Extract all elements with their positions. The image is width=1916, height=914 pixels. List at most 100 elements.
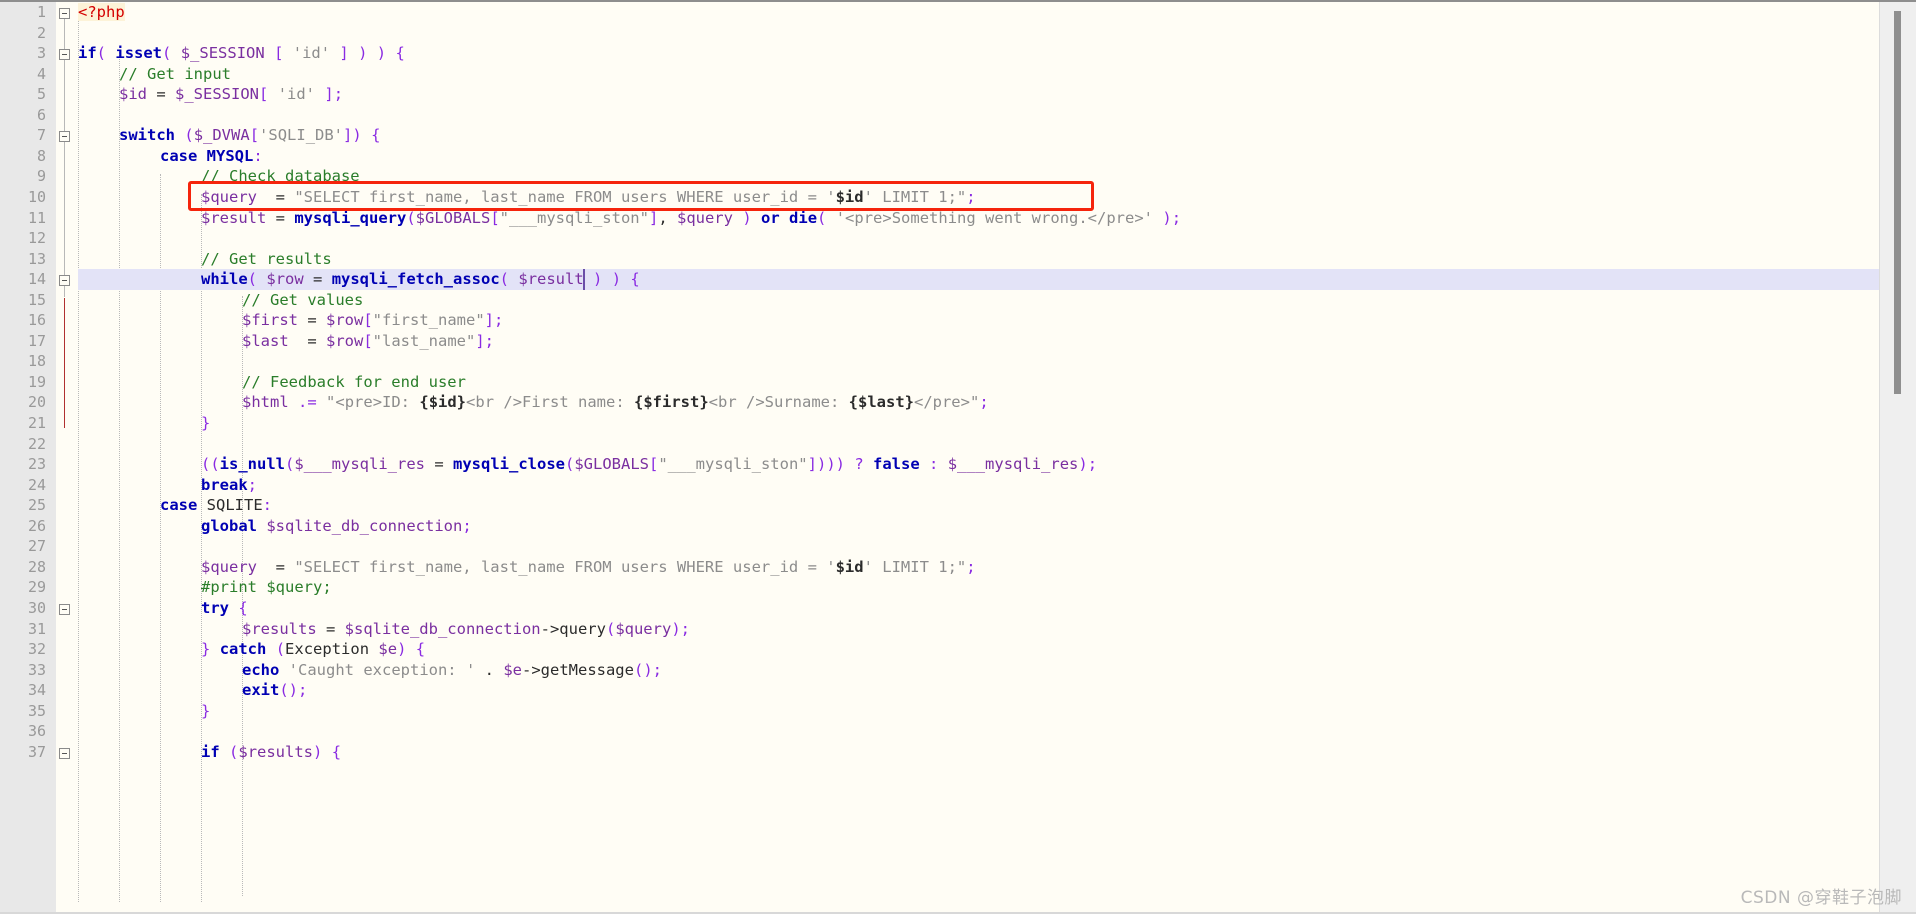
code-line[interactable] xyxy=(78,351,1880,372)
code-line[interactable] xyxy=(78,536,1880,557)
line-number: 10 xyxy=(27,187,46,206)
code-token: $sqlite_db_connection xyxy=(266,516,463,535)
code-token: die xyxy=(789,208,818,227)
code-token: $query xyxy=(201,187,257,206)
code-line[interactable]: switch ($_DVWA['SQLI_DB']) { xyxy=(78,125,1880,146)
code-token: ) xyxy=(643,660,653,679)
code-token: ] xyxy=(484,311,494,330)
code-token: $result xyxy=(518,270,584,289)
code-token: = xyxy=(298,311,326,330)
code-line[interactable]: } catch (Exception $e) { xyxy=(78,639,1880,660)
line-number-gutter[interactable]: 1 2 3 4 5 6 7 8 9 10 11 12 13 14 15 16 17 18 19 20 21 22 23 24 2… xyxy=(0,2,57,914)
code-token: = xyxy=(303,270,332,289)
code-token: } xyxy=(201,701,211,720)
vertical-scrollbar-thumb[interactable] xyxy=(1894,11,1901,395)
code-folding-strip[interactable] xyxy=(56,2,78,914)
code-line[interactable] xyxy=(78,721,1880,742)
line-number: 31 xyxy=(27,619,46,638)
code-token: "___mysqli_ston" xyxy=(499,208,649,227)
code-token: { xyxy=(415,640,426,659)
code-line[interactable]: echo 'Caught exception: ' . $e->getMessa… xyxy=(78,660,1880,681)
code-token: // Get values xyxy=(242,290,364,309)
code-token: ) xyxy=(593,270,603,289)
code-token: 'id' xyxy=(277,85,316,104)
code-line[interactable]: <?php xyxy=(78,2,1880,23)
code-line[interactable]: $first = $row["first_name"]; xyxy=(78,310,1880,331)
code-line[interactable] xyxy=(78,228,1880,249)
code-line[interactable]: // Get input xyxy=(78,64,1880,85)
code-token: ; xyxy=(1171,208,1182,227)
code-line[interactable]: $result = mysqli_query($GLOBALS["___mysq… xyxy=(78,208,1880,229)
code-line[interactable]: try { xyxy=(78,598,1880,619)
code-line[interactable]: $html .= "<pre>ID: {$id}<br />First name… xyxy=(78,392,1880,413)
fold-toggle-icon[interactable] xyxy=(59,275,70,287)
code-token: = xyxy=(147,85,175,104)
line-number: 17 xyxy=(27,331,46,350)
code-token: case xyxy=(160,146,198,165)
code-token: $row xyxy=(266,270,304,289)
code-line[interactable]: // Feedback for end user xyxy=(78,372,1880,393)
line-number: 8 xyxy=(36,146,46,165)
code-line[interactable]: if( isset( $_SESSION [ 'id' ] ) ) { xyxy=(78,43,1880,64)
code-line[interactable]: // Get results xyxy=(78,249,1880,270)
code-line[interactable]: $query = "SELECT first_name, last_name F… xyxy=(78,557,1880,578)
line-number: 14 xyxy=(27,270,46,289)
code-line[interactable]: // Get values xyxy=(78,290,1880,311)
fold-toggle-icon[interactable] xyxy=(59,747,70,759)
code-token: mysqli_fetch_assoc xyxy=(331,270,500,289)
code-line[interactable]: $results = $sqlite_db_connection->query(… xyxy=(78,619,1880,640)
code-token: SQLITE xyxy=(206,496,263,515)
code-line[interactable]: if ($results) { xyxy=(78,742,1880,763)
code-token: ( xyxy=(96,44,107,63)
code-line[interactable]: $id = $_SESSION[ 'id' ]; xyxy=(78,84,1880,105)
code-token: ( xyxy=(275,640,286,659)
code-token: 'Caught exception: ' xyxy=(288,660,476,679)
code-line[interactable]: } xyxy=(78,701,1880,722)
code-content-area[interactable]: <?php if( isset( $_SESSION [ 'id' ] ) ) {… xyxy=(78,2,1880,914)
line-number: 3 xyxy=(36,44,46,63)
code-line[interactable]: $query = "SELECT first_name, last_name F… xyxy=(78,187,1880,208)
code-token: ; xyxy=(462,516,472,535)
code-line[interactable]: while( $row = mysqli_fetch_assoc( $resul… xyxy=(78,269,1880,290)
code-line[interactable]: #print $query; xyxy=(78,577,1880,598)
code-token: Exception xyxy=(285,640,370,659)
code-token: (( xyxy=(201,455,220,474)
code-token: // Check database xyxy=(201,167,360,186)
code-token: ) xyxy=(742,208,752,227)
code-line[interactable]: $last = $row["last_name"]; xyxy=(78,331,1880,352)
fold-toggle-icon[interactable] xyxy=(59,603,70,615)
code-line[interactable]: } xyxy=(78,413,1880,434)
code-token: = xyxy=(425,455,453,474)
code-line[interactable] xyxy=(78,23,1880,44)
code-token: . xyxy=(475,660,504,679)
code-line[interactable]: case SQLITE: xyxy=(78,495,1880,516)
line-number: 4 xyxy=(36,64,46,83)
code-token: false xyxy=(873,455,920,474)
code-line[interactable]: break; xyxy=(78,475,1880,496)
code-line[interactable]: ((is_null($___mysqli_res = mysqli_close(… xyxy=(78,454,1880,475)
fold-toggle-icon[interactable] xyxy=(59,131,70,143)
code-token: ))) xyxy=(816,455,845,474)
code-token: = xyxy=(288,331,326,350)
code-line[interactable]: // Check database xyxy=(78,166,1880,187)
vertical-scrollbar-track[interactable] xyxy=(1879,2,1916,914)
code-token: "SELECT first_name, last_name FROM users… xyxy=(294,557,836,576)
code-token: { xyxy=(331,742,342,761)
fold-toggle-icon[interactable] xyxy=(59,8,70,19)
fold-toggle-icon[interactable] xyxy=(59,49,70,61)
code-line[interactable]: exit(); xyxy=(78,680,1880,701)
code-line[interactable] xyxy=(78,105,1880,126)
code-line[interactable] xyxy=(78,434,1880,455)
code-token: { xyxy=(371,126,381,145)
code-line[interactable]: case MYSQL: xyxy=(78,146,1880,167)
code-line[interactable]: global $sqlite_db_connection; xyxy=(78,516,1880,537)
code-token: or xyxy=(761,208,780,227)
